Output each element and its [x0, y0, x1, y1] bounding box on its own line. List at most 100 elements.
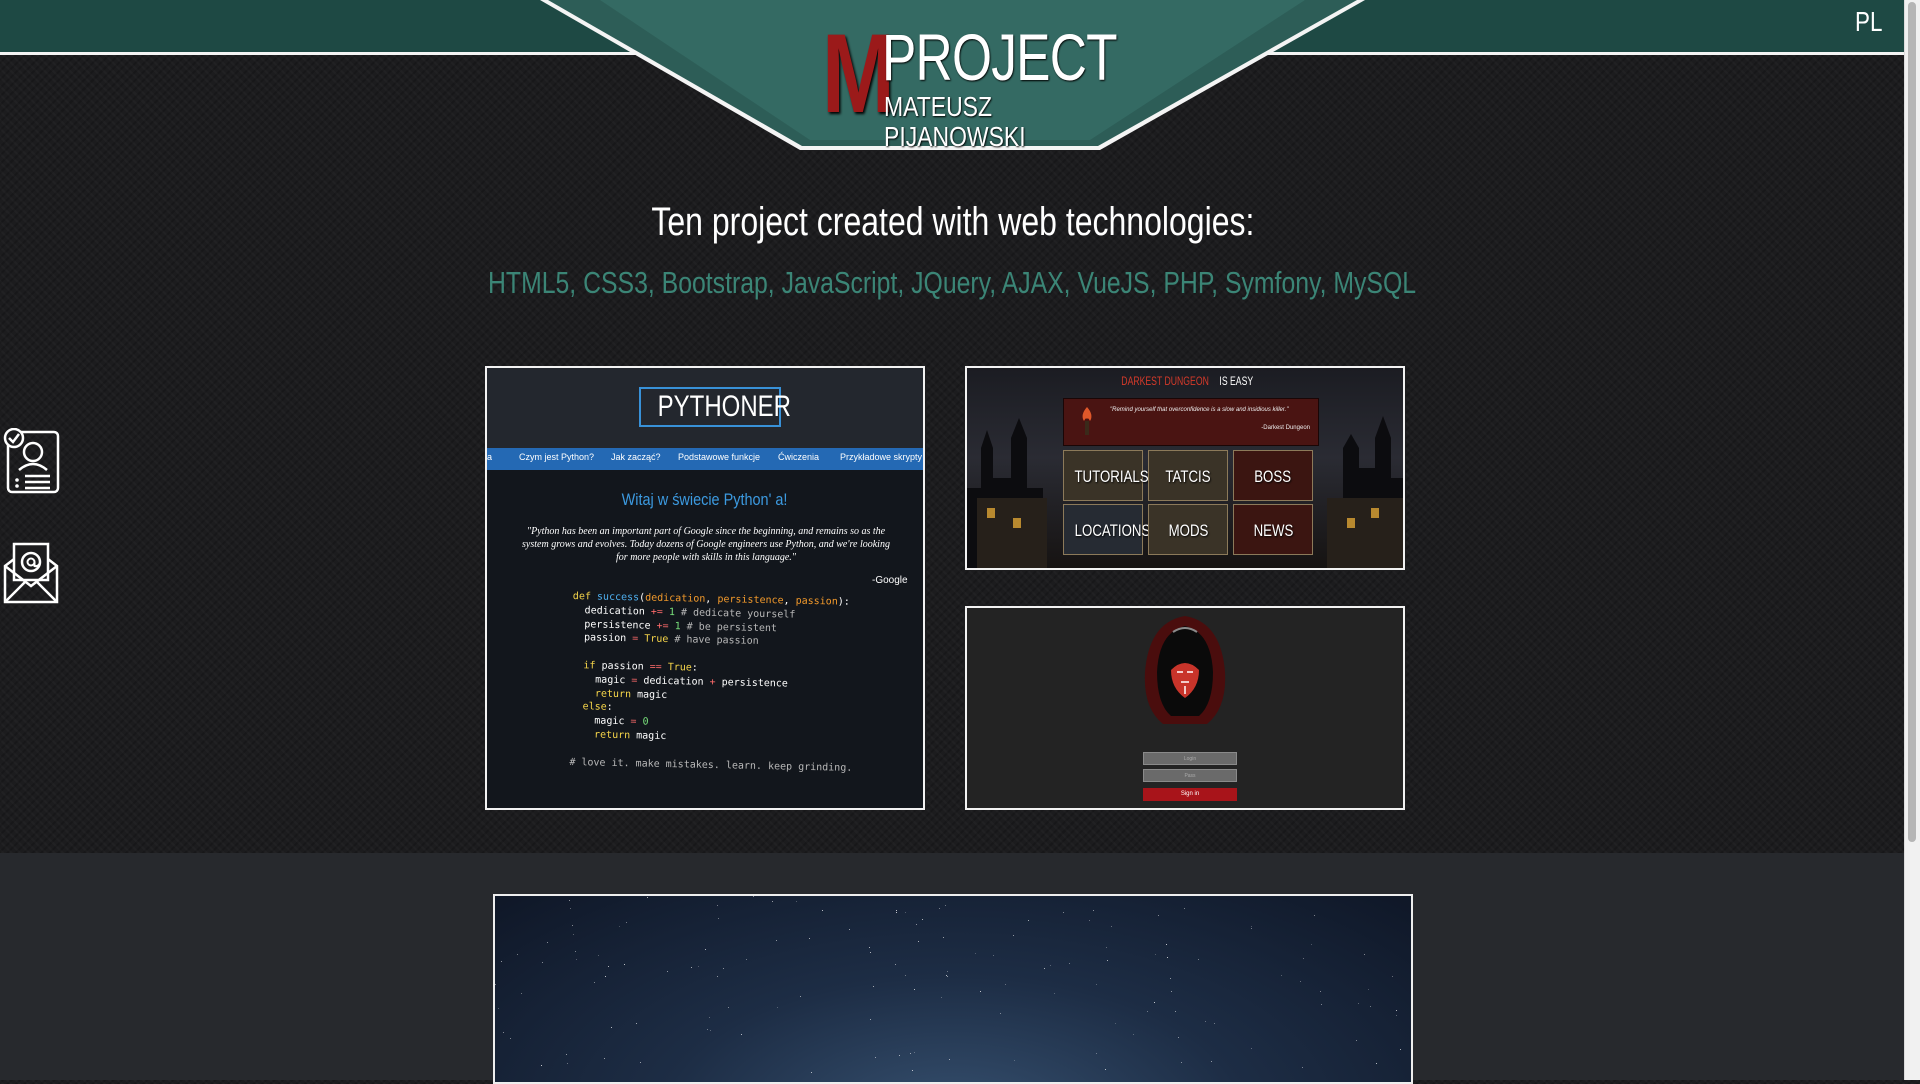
star: [992, 955, 994, 957]
dungeon-button-boss[interactable]: BOSS: [1233, 450, 1313, 501]
star: [899, 1054, 901, 1056]
pythoner-nav-item: Ćwiczenia: [778, 452, 820, 462]
dungeon-button-locations[interactable]: LOCATIONS: [1063, 504, 1150, 555]
star: [647, 896, 649, 898]
star: [918, 941, 920, 943]
project-tile-pythoner[interactable]: PYTHONER a Czym jest Python? Jak zacząć?…: [485, 366, 925, 810]
star: [635, 1023, 637, 1025]
star: [944, 905, 946, 907]
star: [741, 1033, 743, 1035]
star: [1211, 1060, 1213, 1062]
star: [717, 975, 719, 977]
star: [1310, 943, 1312, 945]
star: [910, 1053, 912, 1055]
star: [716, 905, 718, 907]
star: [896, 912, 898, 914]
language-toggle[interactable]: PL: [1855, 6, 1882, 38]
dungeon-quote: "Remind yourself that overconfidence is …: [1110, 407, 1289, 413]
star: [1147, 1011, 1149, 1013]
star: [1165, 944, 1167, 945]
star: [894, 963, 896, 965]
star: [546, 942, 548, 944]
star: [610, 1027, 612, 1029]
star: [1153, 1001, 1155, 1003]
dungeon-quote-box: "Remind yourself that overconfidence is …: [1063, 398, 1319, 446]
star: [916, 924, 918, 926]
torch-icon: [1082, 407, 1092, 435]
star: [1400, 1048, 1402, 1050]
project-tile-login[interactable]: Login Pass Sign in: [965, 606, 1405, 810]
star: [495, 983, 497, 985]
star: [921, 918, 923, 920]
dungeon-button-tatcis[interactable]: TATCIS: [1148, 450, 1228, 501]
cv-document-icon[interactable]: [0, 427, 62, 500]
star: [795, 900, 797, 902]
star: [604, 975, 606, 977]
star: [569, 899, 571, 901]
scrollbar-thumb[interactable]: [1908, 2, 1916, 842]
star: [639, 1061, 641, 1063]
star: [895, 909, 897, 911]
star: [1303, 958, 1305, 959]
star: [1320, 1003, 1322, 1005]
pythoner-code-sample: def success(dedication, persistence, pas…: [569, 590, 853, 774]
pythoner-quote: "Python has been an important part of Go…: [522, 526, 890, 563]
star: [975, 952, 977, 954]
star: [570, 908, 572, 910]
star: [808, 937, 810, 939]
hooded-hacker-icon: [1144, 616, 1226, 724]
star: [625, 922, 627, 924]
star: [1355, 1040, 1357, 1042]
star: [667, 971, 669, 973]
star: [1105, 1068, 1107, 1070]
star: [1106, 946, 1108, 948]
star: [1395, 1010, 1397, 1012]
star: [704, 949, 706, 951]
star: [1175, 1011, 1177, 1013]
project-tile-darkest-dungeon[interactable]: DARKEST DUNGEON IS EASY "Remind yourself…: [965, 366, 1405, 570]
pythoner-quote-author: -Google: [872, 575, 908, 586]
page-scrollbar[interactable]: [1904, 0, 1920, 1080]
intro-heading: Ten project created with web technologie…: [650, 200, 1255, 244]
star: [1319, 991, 1321, 993]
pythoner-nav: a Czym jest Python? Jak zacząć? Podstawo…: [487, 448, 923, 470]
login-field[interactable]: Login: [1143, 752, 1237, 765]
star: [753, 896, 755, 897]
star: [573, 933, 575, 935]
starfield-banner: [493, 894, 1413, 1084]
site-logo[interactable]: M PROJECT MATEUSZ PIJANOWSKI: [822, 18, 1118, 152]
star: [904, 912, 906, 914]
star: [1050, 965, 1052, 967]
star: [1093, 909, 1095, 911]
star: [1115, 1023, 1117, 1025]
star: [1095, 1052, 1097, 1054]
star: [572, 925, 574, 927]
star: [873, 985, 875, 987]
star: [521, 992, 523, 994]
sign-in-button[interactable]: Sign in: [1143, 788, 1237, 801]
star: [1183, 908, 1185, 909]
star: [1181, 1062, 1183, 1064]
star: [607, 966, 609, 968]
dungeon-button-tutorials[interactable]: TUTORIALS: [1063, 450, 1149, 501]
password-field[interactable]: Pass: [1143, 769, 1237, 782]
star: [1110, 926, 1112, 928]
star: [1396, 1014, 1398, 1016]
star: [594, 982, 596, 984]
star: [1106, 960, 1108, 962]
star: [567, 1062, 569, 1064]
star: [1364, 954, 1366, 956]
star: [948, 1059, 950, 1061]
star: [542, 962, 544, 964]
star: [941, 996, 943, 998]
star: [623, 964, 625, 965]
star: [822, 909, 824, 911]
star: [1178, 1036, 1180, 1038]
star: [771, 901, 773, 903]
dungeon-button-news[interactable]: NEWS: [1233, 504, 1313, 555]
star: [1198, 959, 1200, 961]
star: [575, 950, 577, 952]
dungeon-button-mods[interactable]: MODS: [1148, 504, 1228, 555]
star: [1157, 914, 1159, 916]
contact-mail-icon[interactable]: [0, 536, 62, 608]
